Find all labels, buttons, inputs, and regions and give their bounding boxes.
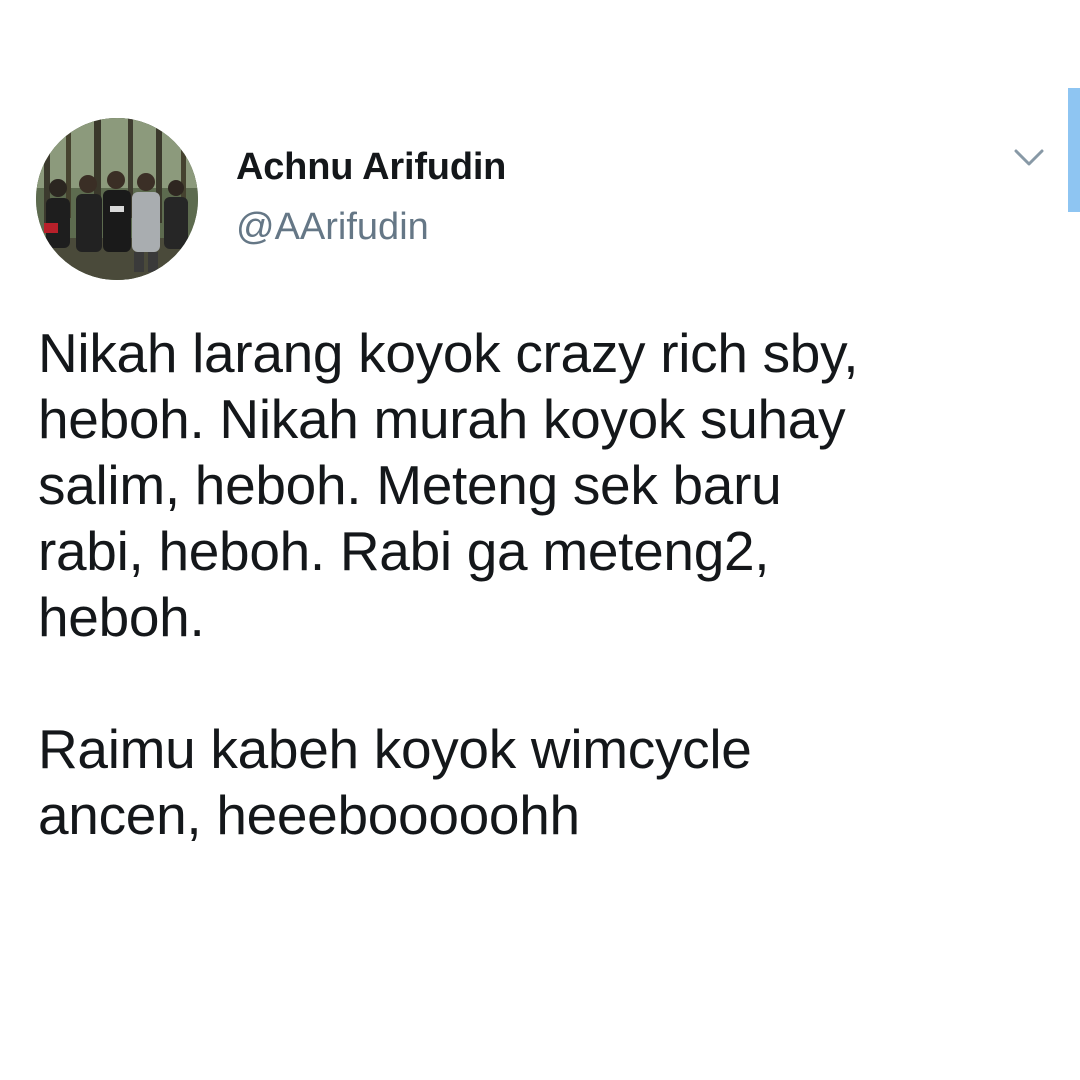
chevron-down-icon bbox=[1014, 149, 1044, 166]
tweet-menu-button[interactable] bbox=[1006, 140, 1052, 176]
tweet-text: Nikah larang koyok crazy rich sby, heboh… bbox=[38, 320, 1038, 848]
author-handle[interactable]: @AArifudin bbox=[236, 206, 429, 249]
tweet-paragraph-2: Raimu kabeh koyok wimcycle ancen, heeebo… bbox=[38, 718, 752, 846]
tweet-paragraph-1: Nikah larang koyok crazy rich sby, heboh… bbox=[38, 322, 859, 648]
tweet-card: Achnu Arifudin @AArifudin Nikah larang k… bbox=[0, 0, 1080, 1080]
group-photo-avatar-icon bbox=[36, 118, 198, 280]
avatar[interactable] bbox=[36, 118, 198, 280]
author-name[interactable]: Achnu Arifudin bbox=[236, 146, 506, 189]
scrollbar[interactable] bbox=[1068, 88, 1080, 212]
